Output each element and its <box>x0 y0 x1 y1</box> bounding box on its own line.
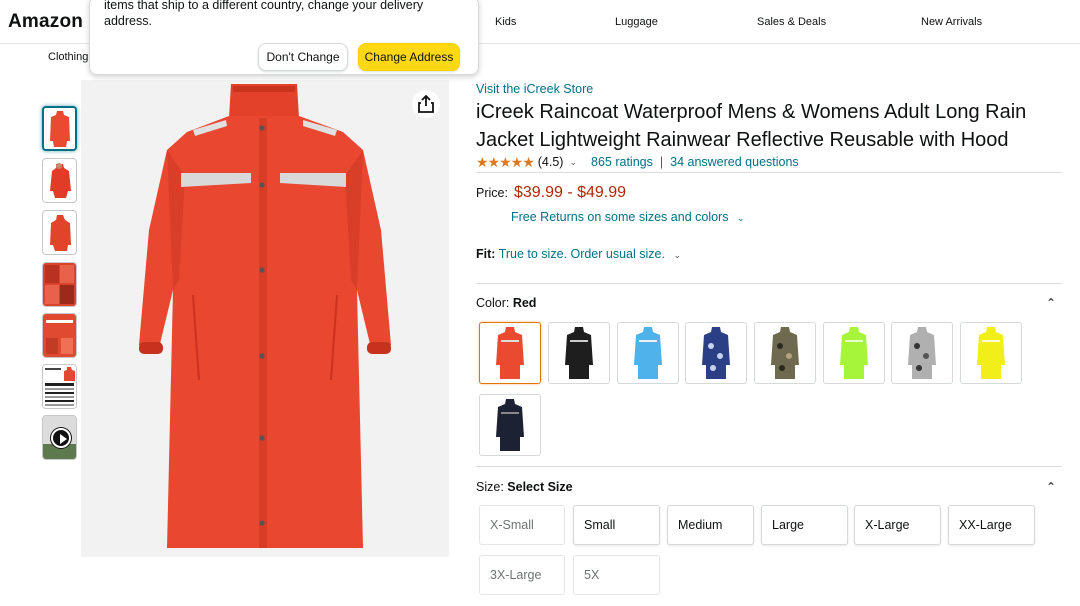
feature-collage-thumbnail-icon <box>43 314 76 357</box>
nav-link-luggage[interactable]: Luggage <box>615 16 658 28</box>
ratings-count-link[interactable]: 865 ratings <box>591 155 653 169</box>
free-returns-link[interactable]: Free Returns on some sizes and colors ⌄ <box>511 210 745 224</box>
size-option-medium[interactable]: Medium <box>667 505 754 545</box>
color-swatch-gray-camo[interactable] <box>891 322 953 384</box>
navy-camo-raincoat-swatch-icon <box>702 327 730 379</box>
size-label-text: Size: <box>476 480 504 494</box>
rating-value: (4.5) <box>537 155 564 169</box>
green-raincoat-swatch-icon <box>840 327 868 379</box>
chevron-down-icon[interactable]: ⌄ <box>673 250 681 260</box>
red-raincoat-icon <box>139 84 391 548</box>
fit-row: Fit: True to size. Order usual size. ⌄ <box>476 247 681 261</box>
color-swatch-yellow[interactable] <box>960 322 1022 384</box>
free-returns-text: Free Returns on some sizes and colors <box>511 210 729 224</box>
size-option-x-small[interactable]: X-Small <box>479 505 565 545</box>
breadcrumb-clothing[interactable]: Clothing <box>48 51 88 63</box>
thumbnail-4[interactable] <box>42 262 77 307</box>
star-rating-icon[interactable]: ★★★★★ <box>476 154 535 171</box>
size-chart-thumbnail-icon <box>43 365 76 408</box>
color-swatch-woodland-camo[interactable] <box>754 322 816 384</box>
thumbnail-6[interactable] <box>42 364 77 409</box>
nav-link-new-arrivals[interactable]: New Arrivals <box>921 16 982 28</box>
store-link[interactable]: Visit the iCreek Store <box>476 82 593 96</box>
selected-size-value: Select Size <box>507 480 573 494</box>
woodland-camo-raincoat-swatch-icon <box>771 327 799 379</box>
color-swatch-red[interactable] <box>479 322 541 384</box>
raincoat-thumbnail-icon <box>49 110 70 147</box>
detail-collage-thumbnail-icon <box>43 263 76 306</box>
black-raincoat-swatch-icon <box>565 327 593 379</box>
chevron-down-icon: ⌄ <box>736 213 745 223</box>
nav-link-sales-deals[interactable]: Sales & Deals <box>757 16 826 28</box>
color-swatch-dark-navy[interactable] <box>479 394 541 456</box>
separator: | <box>659 155 664 169</box>
blue-raincoat-swatch-icon <box>634 327 662 379</box>
color-swatch-green[interactable] <box>823 322 885 384</box>
chevron-down-icon[interactable]: ⌄ <box>569 157 577 168</box>
product-title: iCreek Raincoat Waterproof Mens & Womens… <box>476 101 1027 151</box>
size-option-large[interactable]: Large <box>761 505 848 545</box>
fit-label: Fit: <box>476 247 496 261</box>
share-button[interactable] <box>412 90 440 118</box>
rating-row: ★★★★★ (4.5) ⌄ 865 ratings | 34 answered … <box>476 154 799 170</box>
thumbnail-video[interactable] <box>42 415 77 460</box>
thumbnail-1[interactable] <box>42 106 77 151</box>
play-icon <box>51 428 71 448</box>
share-icon <box>418 94 434 113</box>
main-product-image[interactable] <box>81 80 449 557</box>
delivery-address-popover: items that ship to a different country, … <box>89 0 479 75</box>
size-option-5x[interactable]: 5X <box>573 555 660 595</box>
yellow-raincoat-swatch-icon <box>977 327 1005 379</box>
size-option-x-large[interactable]: X-Large <box>854 505 941 545</box>
fit-value-link[interactable]: True to size. Order usual size. <box>499 247 665 261</box>
color-swatch-black[interactable] <box>548 322 610 384</box>
size-option-3x-large[interactable]: 3X-Large <box>479 555 565 595</box>
size-option-small[interactable]: Small <box>573 505 660 545</box>
color-label: Color: Red <box>476 296 536 310</box>
size-label: Size: Select Size <box>476 480 573 494</box>
dark-navy-raincoat-swatch-icon <box>496 399 524 451</box>
chevron-up-icon[interactable]: ⌃ <box>1046 296 1056 310</box>
dont-change-button[interactable]: Don't Change <box>258 43 348 71</box>
price-label: Price: <box>476 186 508 200</box>
gray-camo-raincoat-swatch-icon <box>908 327 936 379</box>
raincoat-model-thumbnail-icon <box>49 162 71 198</box>
thumbnail-5[interactable] <box>42 313 77 358</box>
divider <box>476 466 1062 467</box>
divider <box>476 283 1062 284</box>
nav-link-kids[interactable]: Kids <box>495 16 516 28</box>
change-address-button[interactable]: Change Address <box>358 43 460 71</box>
price-value: $39.99 - $49.99 <box>513 184 627 201</box>
thumbnail-2[interactable] <box>42 158 77 203</box>
divider <box>476 172 1062 173</box>
thumbnail-3[interactable] <box>42 210 77 255</box>
red-raincoat-swatch-icon <box>496 327 524 379</box>
brand-logo[interactable]: Amazon <box>8 11 83 33</box>
color-label-text: Color: <box>476 296 510 310</box>
raincoat-back-thumbnail-icon <box>49 214 71 251</box>
selected-color-value: Red <box>512 296 537 310</box>
chevron-up-icon[interactable]: ⌃ <box>1046 480 1056 494</box>
color-swatch-blue[interactable] <box>617 322 679 384</box>
color-swatch-navy-camo[interactable] <box>685 322 747 384</box>
answered-questions-link[interactable]: 34 answered questions <box>670 155 799 169</box>
price-row: Price: $39.99 - $49.99 <box>476 184 626 202</box>
size-option-xx-large[interactable]: XX-Large <box>948 505 1035 545</box>
popover-message: items that ship to a different country, … <box>104 0 424 28</box>
